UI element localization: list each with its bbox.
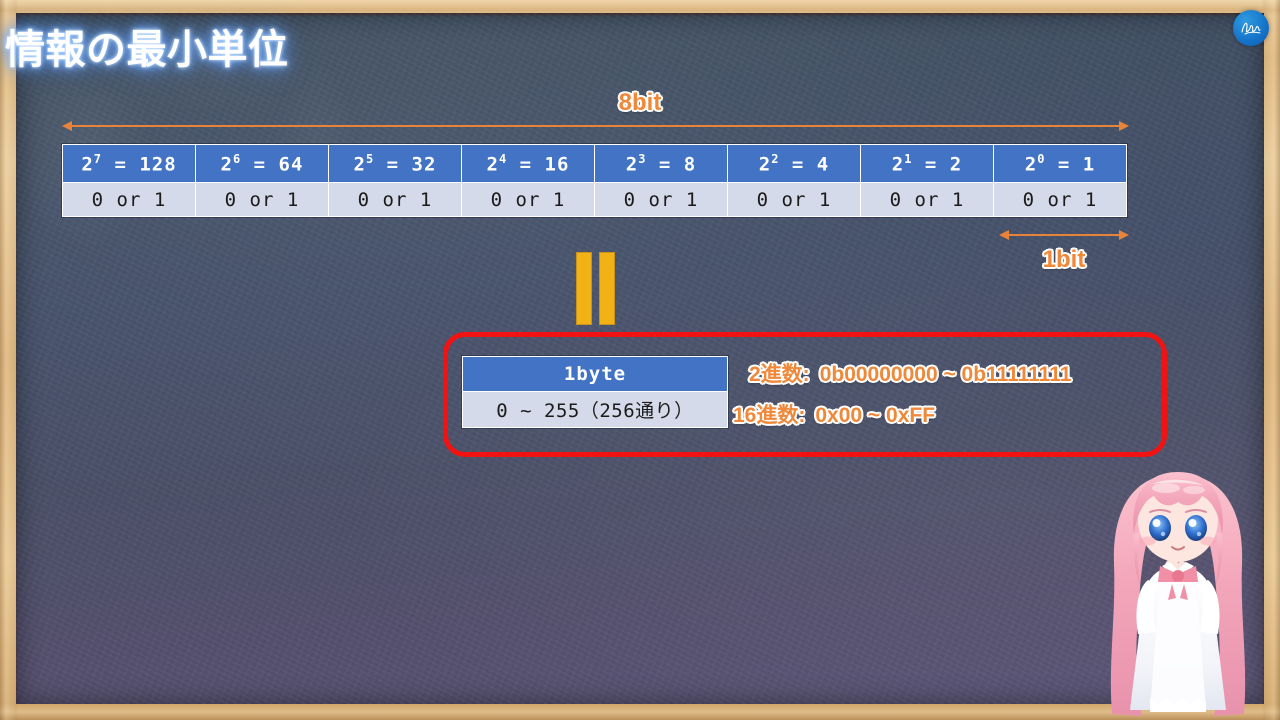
byte-value-cell: 0 ~ 255（256通り）: [462, 391, 728, 428]
bit-value-cell: 0 or 1: [860, 182, 994, 217]
byte-range-table: 1byte 0 ~ 255（256通り）: [462, 356, 728, 428]
anime-mascot-character: [1082, 448, 1274, 720]
binary-notation: 2進数: 0b00000000 ~ 0b11111111: [749, 358, 1071, 388]
bit-header-cell: 22 = 4: [727, 144, 861, 183]
bit-value-cell: 0 or 1: [62, 182, 196, 217]
table-row-values: 0 or 1 0 or 1 0 or 1 0 or 1 0 or 1 0 or …: [62, 182, 1127, 217]
byte-header-cell: 1byte: [462, 356, 728, 392]
bit-header-cell: 26 = 64: [195, 144, 329, 183]
measure-label-8bit: 8bit: [618, 89, 662, 116]
table-row-values: 0 ~ 255（256通り）: [462, 391, 728, 428]
bit-header-cell: 23 = 8: [594, 144, 728, 183]
bit-header-cell: 27 = 128: [62, 144, 196, 183]
hex-notation: 16進数: 0x00 ~ 0xFF: [733, 399, 935, 429]
hex-notation-label: 16進数:: [733, 404, 806, 427]
bit-value-cell: 0 or 1: [993, 182, 1127, 217]
page-title: 情報の最小単位: [5, 28, 289, 72]
equals-sign-icon: [576, 252, 616, 325]
bit-header-cell: 20 = 1: [993, 144, 1127, 183]
bit-value-cell: 0 or 1: [195, 182, 329, 217]
bit-value-cell: 0 or 1: [461, 182, 595, 217]
slide-root: 情報の最小単位 8bit 27 = 128 26 = 64 25 = 32 24…: [0, 0, 1280, 720]
table-row-header: 1byte: [462, 356, 728, 392]
binary-notation-value: 0b00000000 ~ 0b11111111: [819, 363, 1072, 386]
bit-value-cell: 0 or 1: [594, 182, 728, 217]
bit-header-cell: 24 = 16: [461, 144, 595, 183]
bit-value-cell: 0 or 1: [328, 182, 462, 217]
bit-header-cell: 21 = 2: [860, 144, 994, 183]
bit-value-cell: 0 or 1: [727, 182, 861, 217]
table-row-header: 27 = 128 26 = 64 25 = 32 24 = 16 23 = 8 …: [62, 144, 1127, 183]
bit-header-cell: 25 = 32: [328, 144, 462, 183]
hex-notation-value: 0x00 ~ 0xFF: [815, 404, 936, 427]
measure-label-1bit: 1bit: [1042, 246, 1086, 273]
signature-logo-icon[interactable]: [1233, 10, 1269, 46]
bit-weight-table: 27 = 128 26 = 64 25 = 32 24 = 16 23 = 8 …: [62, 144, 1127, 217]
binary-notation-label: 2進数:: [749, 363, 810, 386]
